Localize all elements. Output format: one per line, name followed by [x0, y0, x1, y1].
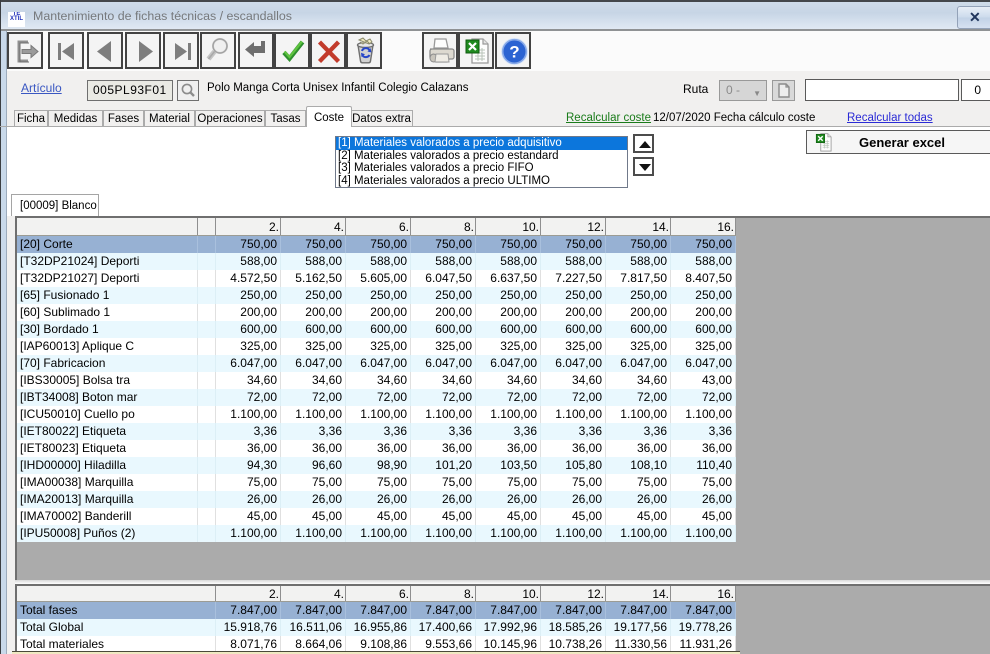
svg-text:?: ?	[509, 43, 519, 62]
